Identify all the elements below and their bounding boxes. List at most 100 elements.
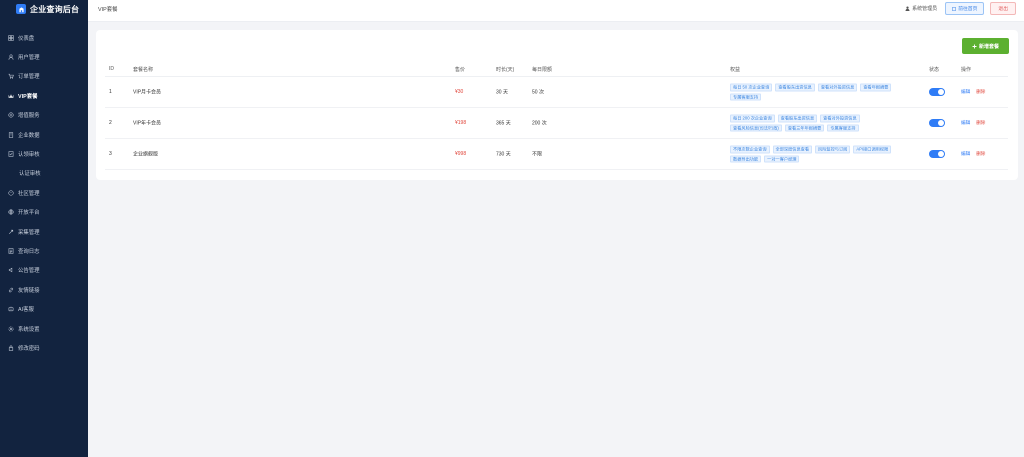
dashboard-icon xyxy=(8,35,14,41)
col-header-status: 状态 xyxy=(929,67,940,73)
plus-icon xyxy=(972,44,977,48)
community-icon xyxy=(8,190,14,196)
sidebar-item-7[interactable]: 认证审核 xyxy=(0,164,88,183)
delete-link[interactable]: 删除 xyxy=(976,120,985,126)
cell-id: 2 xyxy=(109,120,112,126)
col-header-actions: 操作 xyxy=(961,67,972,73)
edit-link[interactable]: 编辑 xyxy=(961,151,970,157)
right-tag: 查看三年年报摘要 xyxy=(784,124,825,132)
go-home-label: 前往首页 xyxy=(958,7,978,12)
col-header-id: ID xyxy=(109,66,114,72)
sidebar-item-label: 认领审核 xyxy=(18,152,40,159)
right-tag: 专属客服支持 xyxy=(730,93,762,101)
edit-link[interactable]: 编辑 xyxy=(961,120,970,126)
sidebar-item-label: 开放平台 xyxy=(18,210,40,217)
sidebar-item-label: 友情链接 xyxy=(18,287,40,294)
sidebar-item-9[interactable]: 开放平台 xyxy=(0,203,88,222)
right-tag: 风险监控与订阅 xyxy=(815,145,851,153)
sidebar-item-label: 社区管理 xyxy=(18,190,40,197)
admin-user[interactable]: 系统管理员 xyxy=(905,5,937,12)
right-tag: 查看股东出资信息 xyxy=(777,114,818,122)
cell-rights: 每日 200 次企业查询 查看股东出资信息 查看对外投资信息查看风险信息(司法/行政… xyxy=(730,114,910,132)
sidebar-item-12[interactable]: 公告管理 xyxy=(0,261,88,280)
settings-icon xyxy=(8,326,14,332)
sidebar-item-4[interactable]: 增值服务 xyxy=(0,106,88,125)
cell-price: ¥198 xyxy=(455,120,467,126)
cell-status xyxy=(929,119,945,127)
cell-rights: 每日 50 次企业查询 查看股东出资信息 查看对外投资信息 查看年报摘要 专属客服支持 xyxy=(730,83,910,101)
right-tag: 查看风险信息(司法/行政) xyxy=(730,124,782,132)
sidebar-item-16[interactable]: 修改密码 xyxy=(0,338,88,357)
sidebar-item-14[interactable]: AI客服 xyxy=(0,299,88,318)
sidebar-item-6[interactable]: 认领审核 xyxy=(0,144,88,163)
notice-icon xyxy=(8,267,14,273)
user-icon xyxy=(8,54,14,60)
right-tag: 查看对外投资信息 xyxy=(820,114,860,122)
sidebar: 企业查询后台 仪表盘 用户管理 订单管理 VIP套餐 增值服务 企业数据 认领审核 认证审核社… xyxy=(0,0,88,457)
sidebar-item-1[interactable]: 用户管理 xyxy=(0,47,88,66)
vip-icon xyxy=(8,93,14,99)
collect-icon xyxy=(8,229,14,235)
col-header-name: 套餐名称 xyxy=(133,67,154,73)
home-icon xyxy=(952,6,957,11)
sidebar-item-11[interactable]: 查询日志 xyxy=(0,241,88,260)
sidebar-item-10[interactable]: 采集管理 xyxy=(0,222,88,241)
log-icon xyxy=(8,248,14,254)
sidebar-item-0[interactable]: 仪表盘 xyxy=(0,28,88,47)
cell-actions: 编辑 删除 xyxy=(961,151,985,157)
order-icon xyxy=(8,73,14,80)
delete-link[interactable]: 删除 xyxy=(976,151,985,157)
col-header-daily-limit: 每日限额 xyxy=(532,67,553,73)
building-logo-icon xyxy=(16,4,26,14)
cell-id: 3 xyxy=(109,151,112,157)
go-home-button[interactable]: 前往首页 xyxy=(945,2,985,15)
cell-actions: 编辑 删除 xyxy=(961,89,985,95)
top-bar: VIP套餐 系统管理员 前往首页 退出 xyxy=(88,0,1024,22)
sidebar-item-3[interactable]: VIP套餐 xyxy=(0,86,88,105)
table-body: 1 VIP月卡会员 ¥30 30 天 50 次每日 50 次企业查询 查看股东出资信息 查看… xyxy=(105,77,1008,170)
vip-plans-card: 新增套餐 ID 套餐名称 售价 时长(天) 每日限额 权益 状态 操作 1 VIP… xyxy=(96,30,1018,180)
status-toggle[interactable] xyxy=(929,119,945,127)
cell-status xyxy=(929,88,945,96)
right-tag: 专属客服支持 xyxy=(827,124,859,132)
cell-name: VIP月卡会员 xyxy=(133,89,162,96)
table-row: 2 VIP年卡会员 ¥198 365 天 200 次 每日 200 次企业查询 查看股东出资… xyxy=(105,108,1008,139)
sidebar-item-label: 公告管理 xyxy=(18,268,40,275)
service-icon xyxy=(8,112,14,118)
add-plan-button[interactable]: 新增套餐 xyxy=(962,38,1009,54)
table-header: ID 套餐名称 售价 时长(天) 每日限额 权益 状态 操作 xyxy=(105,64,1008,77)
delete-link[interactable]: 删除 xyxy=(976,89,985,95)
edit-link[interactable]: 编辑 xyxy=(961,89,970,95)
top-bar-actions: 系统管理员 前往首页 退出 xyxy=(905,2,1016,15)
sidebar-item-13[interactable]: 友情链接 xyxy=(0,280,88,299)
cell-rights: 不限次数企业查询 全部深度信息查看 风险监控与订阅 API接口调用权限 数据导出功能 一对… xyxy=(730,145,910,163)
right-tag: 查看股东出资信息 xyxy=(775,83,815,91)
cell-status xyxy=(929,150,945,158)
logout-button[interactable]: 退出 xyxy=(990,2,1016,15)
status-toggle[interactable] xyxy=(929,88,945,96)
right-tag: 全部深度信息查看 xyxy=(772,145,813,153)
sidebar-item-label: AI客服 xyxy=(18,307,34,314)
sidebar-item-label: 用户管理 xyxy=(18,55,40,62)
right-tag: 每日 200 次企业查询 xyxy=(730,114,775,122)
link-icon xyxy=(8,287,14,293)
admin-label: 系统管理员 xyxy=(912,6,938,12)
sidebar-item-label: 订单管理 xyxy=(18,74,40,81)
sidebar-item-5[interactable]: 企业数据 xyxy=(0,125,88,144)
right-tag: 每日 50 次企业查询 xyxy=(730,83,773,91)
sidebar-item-label: 采集管理 xyxy=(18,229,40,236)
sidebar-item-label: 系统设置 xyxy=(18,326,40,333)
sidebar-item-label: 查询日志 xyxy=(18,248,40,255)
sidebar-item-label: 企业数据 xyxy=(18,132,40,139)
sidebar-item-2[interactable]: 订单管理 xyxy=(0,67,88,86)
table-row: 1 VIP月卡会员 ¥30 30 天 50 次每日 50 次企业查询 查看股东出资信息 查看… xyxy=(105,77,1008,108)
sidebar-item-8[interactable]: 社区管理 xyxy=(0,183,88,202)
sidebar-item-15[interactable]: 系统设置 xyxy=(0,319,88,338)
building-icon xyxy=(8,131,14,138)
sidebar-item-label: VIP套餐 xyxy=(18,93,38,100)
status-toggle[interactable] xyxy=(929,150,945,158)
right-tag: 查看对外投资信息 xyxy=(817,83,858,91)
sidebar-menu: 仪表盘用户管理订单管理 VIP套餐增值服务企业数据认领审核认证审核社区管理开放平台… xyxy=(0,28,88,358)
col-header-duration: 时长(天) xyxy=(496,67,515,73)
sidebar-item-label: 修改密码 xyxy=(18,345,40,352)
